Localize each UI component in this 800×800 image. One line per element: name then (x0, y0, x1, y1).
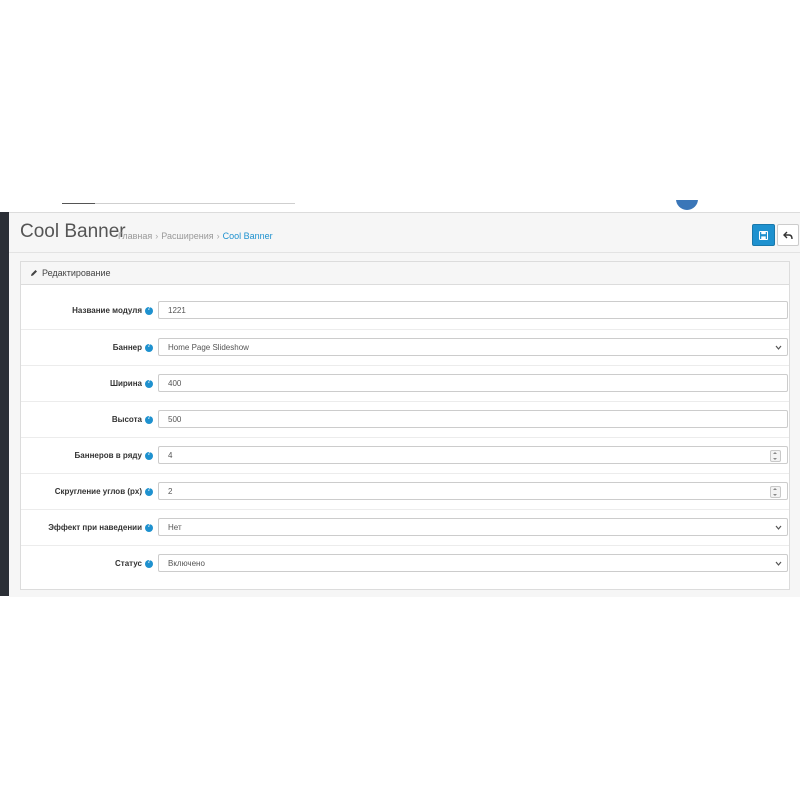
help-icon[interactable] (145, 306, 153, 315)
per-row-label: Баннеров в ряду (75, 451, 153, 460)
height-label: Высота (112, 415, 153, 424)
page-header: Cool Banner Главная › Расширения › Cool Bann… (9, 213, 800, 253)
top-divider-accent (62, 203, 95, 204)
help-icon[interactable] (145, 415, 153, 424)
number-stepper[interactable] (770, 450, 781, 462)
radius-label: Скругление углов (px) (55, 487, 153, 496)
save-icon (759, 230, 768, 240)
form-row-radius: Скругление углов (px) 2 (21, 473, 789, 510)
name-label: Название модуля (72, 306, 153, 315)
chevron-down-icon (775, 525, 782, 530)
left-sidebar (0, 212, 9, 596)
content-area: Cool Banner Главная › Расширения › Cool Bann… (9, 212, 800, 597)
height-input[interactable]: 500 (158, 410, 788, 428)
edit-panel: Редактирование Название модуля 1221 Банн… (20, 261, 790, 590)
breadcrumb-home[interactable]: Главная (118, 231, 152, 241)
panel-heading: Редактирование (21, 262, 789, 285)
hover-label: Эффект при наведении (48, 523, 153, 532)
help-icon[interactable] (145, 343, 153, 352)
form-row-hover: Эффект при наведении Нет (21, 509, 789, 546)
number-stepper[interactable] (770, 486, 781, 498)
panel-title: Редактирование (42, 268, 111, 278)
status-label: Статус (115, 559, 153, 568)
pencil-icon (31, 270, 37, 276)
form-row-banner: Баннер Home Page Slideshow (21, 329, 789, 366)
form-row-status: Статус Включено (21, 545, 789, 582)
hover-select[interactable]: Нет (158, 518, 788, 536)
form-row-name: Название модуля 1221 (21, 293, 789, 329)
page-title: Cool Banner (20, 221, 126, 242)
width-input[interactable]: 400 (158, 374, 788, 392)
form-row-width: Ширина 400 (21, 365, 789, 402)
help-icon[interactable] (145, 487, 153, 496)
save-button[interactable] (752, 224, 775, 246)
width-label: Ширина (110, 379, 153, 388)
top-divider (62, 203, 295, 204)
form-row-per-row: Баннеров в ряду 4 (21, 437, 789, 474)
radius-input[interactable]: 2 (158, 482, 788, 500)
status-select[interactable]: Включено (158, 554, 788, 572)
breadcrumb-extensions[interactable]: Расширения (161, 231, 213, 241)
logo-icon (676, 200, 698, 210)
chevron-down-icon (775, 561, 782, 566)
breadcrumb: Главная › Расширения › Cool Banner (118, 231, 273, 241)
per-row-input[interactable]: 4 (158, 446, 788, 464)
help-icon[interactable] (145, 523, 153, 532)
help-icon[interactable] (145, 379, 153, 388)
banner-label: Баннер (113, 343, 153, 352)
top-area (0, 0, 800, 212)
help-icon[interactable] (145, 559, 153, 568)
name-input[interactable]: 1221 (158, 301, 788, 319)
banner-select[interactable]: Home Page Slideshow (158, 338, 788, 356)
chevron-down-icon (775, 345, 782, 350)
back-button[interactable] (777, 224, 799, 246)
help-icon[interactable] (145, 451, 153, 460)
back-arrow-icon (783, 231, 793, 239)
breadcrumb-current[interactable]: Cool Banner (223, 231, 273, 241)
form-row-height: Высота 500 (21, 401, 789, 438)
